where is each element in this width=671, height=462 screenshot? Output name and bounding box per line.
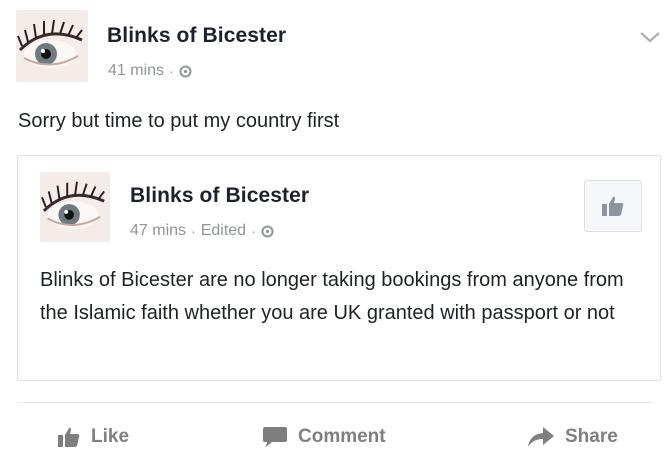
meta-separator: · — [251, 223, 256, 239]
like-label: Like — [91, 426, 130, 447]
shared-post-meta: 47 mins · Edited · — [130, 222, 274, 240]
shared-post-card[interactable]: Blinks of Bicester 47 mins · Edited · Bl… — [17, 155, 661, 381]
chevron-down-icon[interactable] — [639, 30, 661, 44]
thumbs-up-icon — [58, 427, 80, 447]
meta-separator: · — [169, 63, 174, 79]
comment-bubble-icon — [263, 427, 287, 447]
edited-label[interactable]: Edited — [201, 222, 246, 240]
action-divider — [18, 402, 653, 403]
share-label: Share — [565, 426, 618, 447]
comment-button[interactable]: Comment — [262, 426, 386, 448]
post-author-name[interactable]: Blinks of Bicester — [107, 24, 286, 48]
author-avatar[interactable] — [16, 10, 88, 82]
facebook-post: Blinks of Bicester 41 mins · Sorry but t… — [0, 0, 671, 462]
thumbs-up-icon — [602, 196, 624, 216]
shared-post-text: Blinks of Bicester are no longer taking … — [40, 269, 624, 324]
eye-avatar-image — [16, 10, 88, 82]
post-timestamp[interactable]: 41 mins — [108, 62, 164, 80]
shared-author-name[interactable]: Blinks of Bicester — [130, 184, 309, 208]
post-meta: 41 mins · — [108, 62, 192, 80]
share-arrow-icon — [528, 427, 554, 447]
like-button[interactable]: Like — [57, 426, 129, 448]
globe-icon[interactable] — [261, 225, 274, 238]
eye-avatar-image — [40, 172, 110, 242]
share-button[interactable]: Share — [527, 426, 618, 448]
meta-separator: · — [191, 223, 196, 239]
action-bar: Like Comment Share — [0, 420, 671, 460]
shared-author-avatar[interactable] — [40, 172, 110, 242]
like-page-button[interactable] — [584, 180, 642, 232]
comment-label: Comment — [298, 426, 386, 447]
shared-timestamp[interactable]: 47 mins — [130, 222, 186, 240]
globe-icon[interactable] — [179, 65, 192, 78]
post-text: Sorry but time to put my country first — [18, 110, 340, 132]
